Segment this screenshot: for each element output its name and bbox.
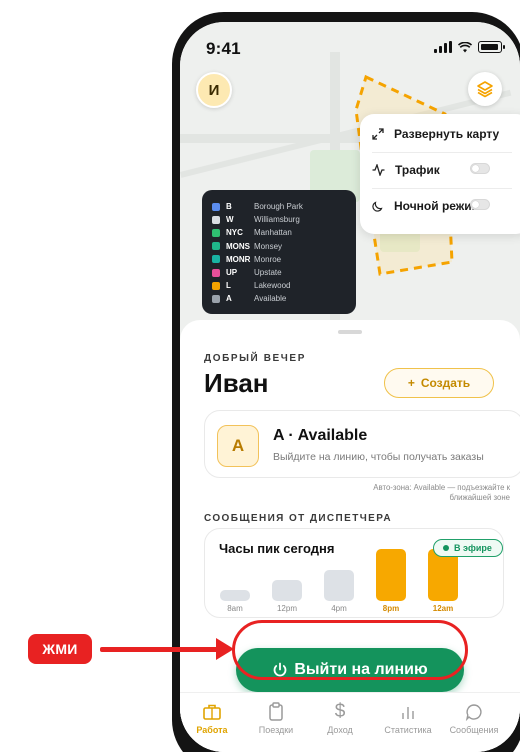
menu-item-label: Развернуть карту (394, 127, 500, 141)
tab-income[interactable]: $ Доход (308, 701, 372, 735)
expand-icon (372, 128, 384, 140)
battery-icon (478, 41, 505, 53)
zone-legend: B Borough Park W Williamsburg NYC Manhattan MO… (202, 190, 356, 314)
chart-bar (324, 570, 354, 601)
map-options-menu: Развернуть карту Трафик Ночной режим (360, 114, 520, 234)
legend-code: A (226, 294, 232, 304)
layers-button[interactable] (468, 72, 502, 106)
tab-trips[interactable]: Поездки (244, 701, 308, 735)
legend-name: Manhattan (254, 228, 292, 238)
zone-card[interactable]: A A · Available Выйдите на линию, чтобы … (204, 410, 520, 478)
legend-code: B (226, 202, 232, 212)
legend-swatch (212, 294, 220, 303)
status-time: 9:41 (206, 39, 241, 58)
bar-chart-icon (402, 707, 414, 719)
legend-code: L (226, 281, 231, 291)
legend-name: Lakewood (254, 281, 291, 291)
tab-bar: Работа Поездки $ Доход Статистика Сообще… (180, 692, 520, 752)
zone-subtitle: Выйдите на линию, чтобы получать заказы (273, 451, 484, 463)
tab-statistics[interactable]: Статистика (376, 701, 440, 735)
chart-tick-label: 12pm (276, 604, 297, 613)
legend-code: NYC (226, 228, 243, 238)
legend-swatch (212, 255, 220, 264)
status-bar: 9:41 (180, 22, 520, 72)
legend-swatch (212, 242, 220, 251)
annotation-label: ЖМИ (28, 634, 92, 664)
moon-icon (372, 201, 383, 212)
legend-swatch (212, 215, 220, 224)
wifi-icon (458, 41, 472, 52)
legend-name: Monsey (254, 241, 283, 251)
live-dot-icon (443, 545, 449, 551)
legend-code: MONS (226, 241, 250, 251)
greeting: ДОБРЫЙ ВЕЧЕР (204, 353, 306, 364)
clipboard-icon (269, 702, 283, 721)
chart-bar (272, 580, 302, 601)
menu-item-label: Трафик (395, 163, 440, 177)
legend-item: B Borough Park (212, 200, 356, 213)
legend-item: W Williamsburg (212, 213, 356, 226)
legend-swatch (212, 228, 220, 237)
auto-zone-note: Авто-зона: Available — подъезжайте к бли… (373, 483, 510, 502)
legend-item: UP Upstate (212, 266, 356, 279)
menu-item-expand-map[interactable]: Развернуть карту (372, 124, 499, 144)
chart-tick-label: 4pm (331, 604, 347, 613)
annotation-arrow (100, 647, 224, 652)
signal-icon (434, 41, 452, 53)
activity-icon (372, 164, 385, 176)
chart-bar (376, 549, 406, 601)
legend-swatch (212, 281, 220, 290)
legend-name: Upstate (254, 268, 282, 278)
legend-item: MONS Monsey (212, 240, 356, 253)
night-mode-toggle[interactable] (470, 199, 490, 210)
bottom-sheet: ДОБРЫЙ ВЕЧЕР Иван + Создать A A · Availa… (180, 320, 520, 752)
legend-swatch (212, 202, 220, 211)
plus-icon: + (407, 376, 415, 390)
message-icon (465, 704, 482, 721)
avatar[interactable]: И (196, 72, 232, 108)
menu-item-traffic[interactable]: Трафик (372, 160, 512, 180)
tab-messages[interactable]: Сообщения (442, 701, 506, 735)
legend-code: MONR (226, 254, 251, 264)
dispatcher-section-title: СООБЩЕНИЯ ОТ ДИСПЕТЧЕРА (204, 513, 393, 524)
zone-badge: A (217, 425, 259, 467)
traffic-toggle[interactable] (470, 163, 490, 174)
chart-tick-label: 8am (227, 604, 243, 613)
briefcase-icon (203, 704, 221, 720)
legend-item: NYC Manhattan (212, 226, 356, 239)
canvas: 9:41 И Развернуть карту Трафик Ночной ре… (0, 0, 520, 752)
menu-item-label: Ночной режим (394, 199, 481, 213)
legend-name: Williamsburg (254, 215, 300, 225)
chart-tick-label: 8pm (382, 604, 400, 613)
legend-name: Borough Park (254, 202, 303, 212)
legend-name: Monroe (254, 254, 282, 264)
chart-bar (220, 590, 250, 601)
dollar-icon: $ (334, 701, 346, 722)
dispatcher-message-card[interactable]: 8am 12pm 4pm 8pm 12am Часы пик сегодня В эфи… (204, 528, 504, 618)
chart-tick-label: 12am (432, 604, 454, 613)
legend-code: UP (226, 268, 238, 278)
create-button-label: Создать (420, 376, 471, 390)
tab-work[interactable]: Работа (180, 701, 244, 735)
legend-swatch (212, 268, 220, 277)
legend-code: W (226, 215, 234, 225)
legend-item: L Lakewood (212, 279, 356, 292)
menu-item-night-mode[interactable]: Ночной режим (372, 196, 512, 216)
legend-item: A Available (212, 292, 356, 305)
create-button[interactable]: + Создать (384, 368, 494, 398)
zone-title: A · Available (273, 427, 368, 444)
legend-item: MONR Monroe (212, 253, 356, 266)
sheet-handle[interactable] (338, 330, 362, 334)
dispatcher-card-title: Часы пик сегодня (219, 541, 335, 556)
user-name: Иван (204, 368, 269, 398)
annotation-highlight (232, 620, 468, 680)
live-badge: В эфире (433, 539, 503, 557)
layers-icon (477, 81, 493, 98)
legend-name: Available (254, 294, 287, 304)
